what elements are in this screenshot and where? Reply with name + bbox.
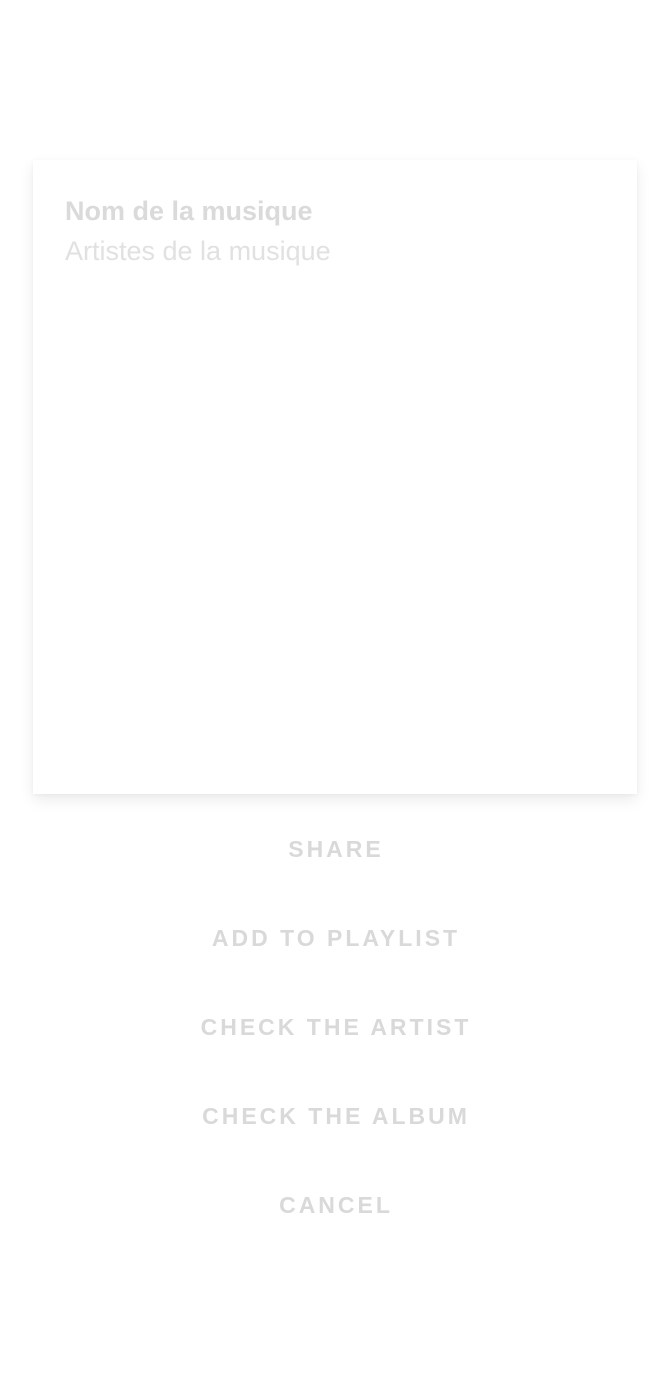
add-to-playlist-button[interactable]: ADD TO PLAYLIST — [0, 894, 672, 983]
track-title: Nom de la musique — [65, 196, 313, 226]
cancel-button[interactable]: CANCEL — [0, 1161, 672, 1250]
action-menu: SHARE ADD TO PLAYLIST CHECK THE ARTIST C… — [0, 805, 672, 1250]
track-card: Nom de la musique Artistes de la musique — [33, 160, 637, 794]
share-button[interactable]: SHARE — [0, 805, 672, 894]
check-artist-button[interactable]: CHECK THE ARTIST — [0, 983, 672, 1072]
track-artists: Artistes de la musique — [65, 236, 331, 266]
check-album-button[interactable]: CHECK THE ALBUM — [0, 1072, 672, 1161]
